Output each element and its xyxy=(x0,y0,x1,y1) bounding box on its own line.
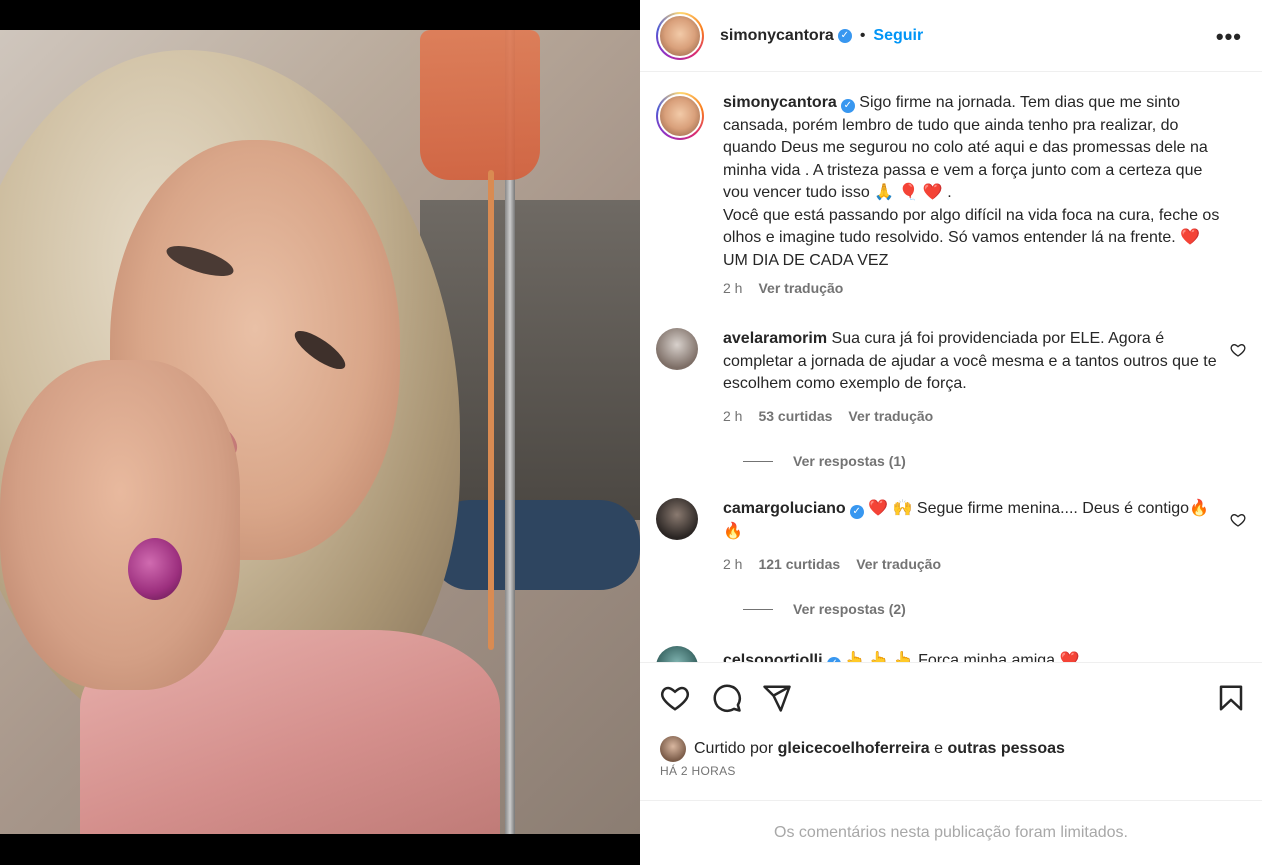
comments-limited-text: Os comentários nesta publicação foram li… xyxy=(774,824,1128,841)
follow-button[interactable]: Seguir xyxy=(873,27,923,45)
commenter-avatar[interactable] xyxy=(656,646,698,662)
commenter-avatar[interactable] xyxy=(656,498,698,540)
comments-limited-notice: Os comentários nesta publicação foram li… xyxy=(640,800,1262,865)
like-comment-icon[interactable] xyxy=(1230,512,1246,528)
save-bookmark-icon[interactable] xyxy=(1216,683,1246,713)
author-username[interactable]: simonycantora xyxy=(720,27,834,45)
caption-translate-link[interactable]: Ver tradução xyxy=(758,280,843,296)
comment-meta: 2 h 53 curtidas Ver tradução xyxy=(723,408,933,424)
like-comment-icon[interactable] xyxy=(1230,342,1246,358)
post-header: simonycantora ✓ • Seguir ••• xyxy=(640,0,1262,72)
view-replies-button[interactable]: Ver respostas (1) xyxy=(743,453,906,469)
liked-by-conj: e xyxy=(934,740,944,757)
caption-body: simonycantora ✓ Sigo firme na jornada. Te… xyxy=(723,92,1223,272)
liked-by-prefix: Curtido por xyxy=(694,740,774,757)
caption-username[interactable]: simonycantora xyxy=(723,94,837,111)
liked-by-others[interactable]: outras pessoas xyxy=(948,740,1065,758)
instagram-post: simonycantora ✓ • Seguir ••• simonycanto… xyxy=(0,0,1262,865)
comment-translate-link[interactable]: Ver tradução xyxy=(848,408,933,424)
verified-badge-icon: ✓ xyxy=(840,99,855,113)
comment-time: 2 h xyxy=(723,556,743,572)
liked-by: Curtido por gleicecoelhoferreira e outra… xyxy=(660,736,1065,762)
caption-meta: 2 h Ver tradução xyxy=(723,280,843,296)
comment-icon[interactable] xyxy=(712,683,742,713)
verified-badge-icon: ✓ xyxy=(849,505,864,519)
comment-text: 👆 👆 👆 Força minha amiga ❤️ xyxy=(845,652,1080,662)
post-media xyxy=(0,0,640,865)
view-replies-button[interactable]: Ver respostas (2) xyxy=(743,601,906,617)
liker-avatar[interactable] xyxy=(660,736,686,762)
comment-username[interactable]: celsoportiolli xyxy=(723,652,823,662)
view-replies-label: Ver respostas (2) xyxy=(793,601,906,617)
comment-meta: 2 h 121 curtidas Ver tradução xyxy=(723,556,941,572)
share-icon[interactable] xyxy=(762,683,792,713)
post-actions-bar xyxy=(640,662,1262,732)
post-photo[interactable] xyxy=(0,30,640,834)
post-side-panel: simonycantora ✓ • Seguir ••• simonycanto… xyxy=(640,0,1262,865)
more-options-icon[interactable]: ••• xyxy=(1216,24,1242,50)
verified-badge-icon: ✓ xyxy=(837,28,852,43)
comments-list[interactable]: simonycantora ✓ Sigo firme na jornada. Te… xyxy=(640,72,1262,662)
commenter-avatar[interactable] xyxy=(656,328,698,370)
view-replies-label: Ver respostas (1) xyxy=(793,453,906,469)
post-timestamp[interactable]: HÁ 2 HORAS xyxy=(660,764,736,778)
caption-time: 2 h xyxy=(723,280,743,296)
comment-body: avelaramorim Sua cura já foi providencia… xyxy=(723,328,1223,396)
like-icon[interactable] xyxy=(660,683,690,713)
comment-translate-link[interactable]: Ver tradução xyxy=(856,556,941,572)
comment-username[interactable]: avelaramorim xyxy=(723,330,827,347)
comment-time: 2 h xyxy=(723,408,743,424)
caption-text-2: Você que está passando por algo difícil … xyxy=(723,206,1220,269)
liker-username[interactable]: gleicecoelhoferreira xyxy=(778,740,930,758)
author-avatar[interactable] xyxy=(656,11,704,60)
comment-likes[interactable]: 121 curtidas xyxy=(758,556,840,572)
comment-body: celsoportiolli✓ 👆 👆 👆 Força minha amiga … xyxy=(723,650,1223,662)
separator-dot: • xyxy=(859,26,866,44)
comment-likes[interactable]: 53 curtidas xyxy=(758,408,832,424)
comment-username[interactable]: camargoluciano xyxy=(723,500,846,517)
comment-body: camargoluciano ✓ ❤️ 🙌 Segue firme menina.… xyxy=(723,498,1223,543)
caption-avatar[interactable] xyxy=(656,92,704,140)
